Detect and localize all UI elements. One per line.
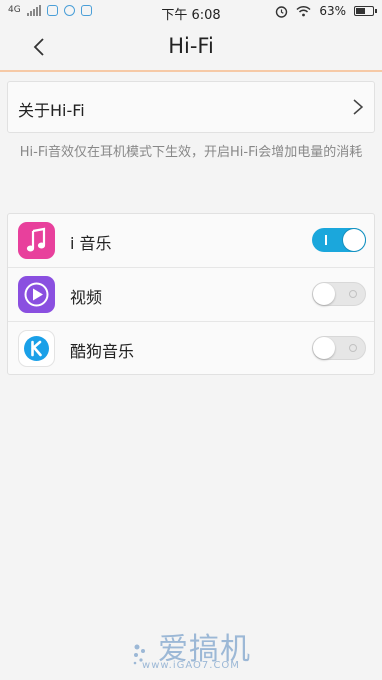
app-list: i 音乐 视频 酷狗音乐 (7, 213, 375, 375)
status-right: 63% (275, 4, 377, 18)
list-item-imusic: i 音乐 (8, 214, 374, 267)
app-name: 酷狗音乐 (70, 342, 135, 361)
app-name: i 音乐 (70, 234, 112, 253)
kugou-toggle[interactable] (312, 336, 366, 360)
battery-icon (354, 6, 377, 16)
alarm-icon (276, 5, 288, 18)
list-item-video: 视频 (8, 267, 374, 321)
music-note-icon (18, 222, 55, 259)
app-name: 视频 (70, 288, 103, 307)
video-toggle[interactable] (312, 282, 366, 306)
list-item-kugou: 酷狗音乐 (8, 321, 374, 375)
header-bar: Hi-Fi (0, 24, 382, 72)
kugou-icon (18, 330, 55, 367)
status-bar: 4G 下午 6:08 63% (0, 0, 382, 24)
watermark-url: www.iGAO7.COM (142, 660, 240, 671)
about-hifi-item[interactable]: 关于Hi-Fi (7, 81, 375, 133)
imusic-toggle[interactable] (312, 228, 366, 252)
about-hifi-label: 关于Hi-Fi (18, 101, 85, 120)
play-icon (18, 276, 55, 313)
page-title: Hi-Fi (168, 34, 214, 58)
chevron-right-icon (353, 99, 364, 115)
battery-percent: 63% (319, 4, 346, 18)
wifi-icon (296, 5, 311, 17)
watermark: 爱搞机 www.iGAO7.COM (0, 624, 382, 671)
hifi-description: Hi-Fi音效仅在耳机模式下生效，开启Hi-Fi会增加电量的消耗 (19, 145, 363, 160)
